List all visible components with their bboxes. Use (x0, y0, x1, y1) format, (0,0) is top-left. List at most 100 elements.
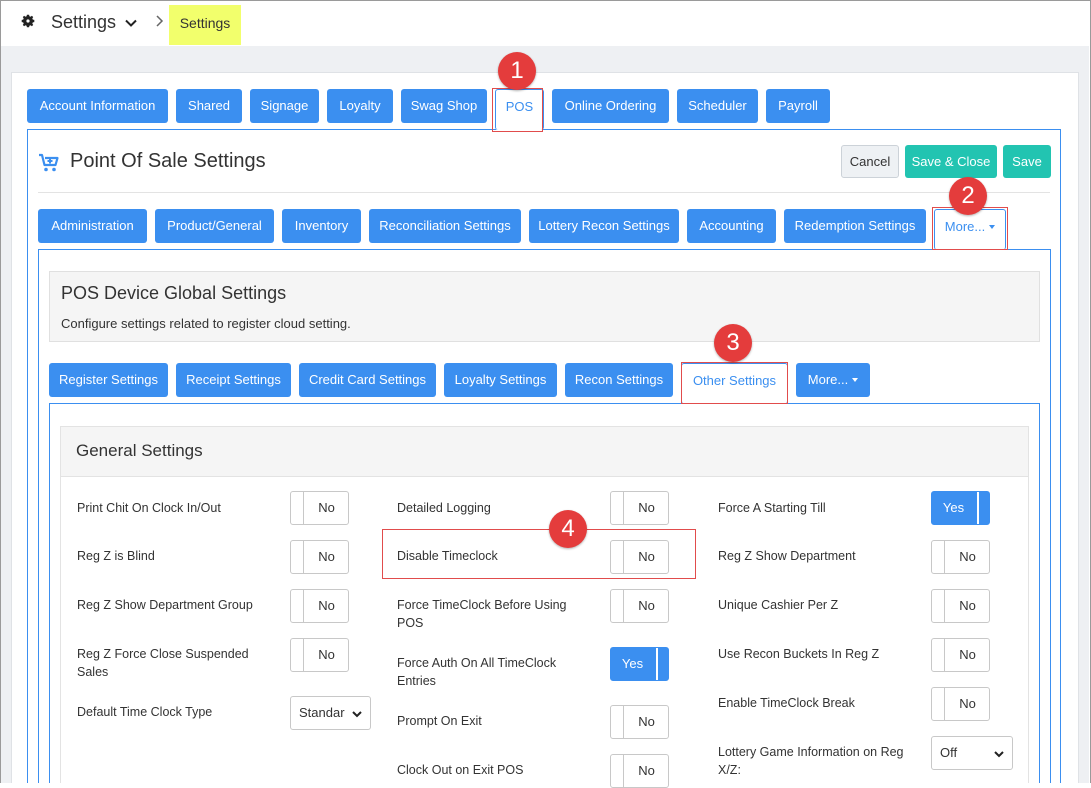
callout-badge-2: 2 (949, 177, 987, 215)
toggle-print-chit[interactable]: No (290, 491, 349, 525)
toggle-knob (303, 492, 304, 524)
device-settings-header: POS Device Global Settings Configure set… (49, 271, 1040, 342)
tab-recon-settings[interactable]: Recon Settings (565, 363, 673, 397)
toggle-force-auth[interactable]: Yes (610, 647, 669, 681)
toggle-prompt-on-exit[interactable]: No (610, 705, 669, 739)
toggle-value: No (959, 549, 976, 564)
tab-account-information[interactable]: Account Information (27, 89, 168, 123)
callout-box-other-settings (681, 362, 788, 404)
toggle-knob (944, 639, 945, 671)
tab-register-settings[interactable]: Register Settings (49, 363, 168, 397)
setting-label: Reg Z Force Close Suspended Sales (77, 647, 249, 679)
general-settings-title: General Settings (76, 441, 203, 460)
toggle-timeclock-break[interactable]: No (931, 687, 990, 721)
save-close-button[interactable]: Save & Close (905, 145, 997, 178)
cancel-button[interactable]: Cancel (841, 145, 899, 178)
toggle-knob (977, 492, 979, 524)
top-header: Settings Settings (1, 1, 1089, 45)
pos-settings-title: Point Of Sale Settings (70, 150, 266, 172)
toggle-detailed-logging[interactable]: No (610, 491, 669, 525)
tab-swag-shop[interactable]: Swag Shop (401, 89, 487, 123)
toggle-knob (303, 541, 304, 573)
cart-icon (39, 153, 59, 172)
tab-inventory[interactable]: Inventory (282, 209, 361, 243)
chevron-down-icon[interactable] (124, 16, 138, 30)
general-settings-header: General Settings (61, 427, 1028, 477)
setting-label: Unique Cashier Per Z (718, 598, 839, 612)
tab-product-general[interactable]: Product/General (155, 209, 274, 243)
toggle-recon-buckets[interactable]: No (931, 638, 990, 672)
toggle-knob (944, 688, 945, 720)
setting-label: Use Recon Buckets In Reg Z (718, 647, 880, 661)
setting-label: Detailed Logging (397, 501, 491, 515)
setting-label: Clock Out on Exit POS (397, 763, 524, 777)
tab-device-more-dropdown[interactable]: More... (796, 363, 870, 397)
chevron-down-icon (352, 711, 362, 718)
tab-signage[interactable]: Signage (250, 89, 319, 123)
setting-label: Reg Z is Blind (77, 549, 155, 563)
chevron-right-icon (156, 15, 164, 27)
divider (38, 192, 1050, 193)
toggle-value: No (959, 647, 976, 662)
caret-down-icon (852, 378, 859, 382)
setting-label: Enable TimeClock Break (718, 696, 855, 710)
tab-redemption-settings[interactable]: Redemption Settings (784, 209, 926, 243)
setting-label: Force A Starting Till (718, 501, 826, 515)
toggle-reg-z-show-dept[interactable]: No (931, 540, 990, 574)
tab-loyalty-settings[interactable]: Loyalty Settings (444, 363, 557, 397)
toggle-value: No (318, 500, 335, 515)
toggle-reg-z-force-close[interactable]: No (290, 638, 349, 672)
save-button[interactable]: Save (1003, 145, 1051, 178)
setting-label: Force TimeClock Before Using POS (397, 598, 567, 630)
setting-label: Reg Z Show Department (718, 549, 856, 563)
tab-credit-card-settings[interactable]: Credit Card Settings (299, 363, 436, 397)
setting-label: Lottery Game Information on Reg X/Z: (718, 745, 904, 777)
callout-badge-1: 1 (498, 52, 536, 90)
toggle-value: No (318, 598, 335, 613)
toggle-knob (944, 590, 945, 622)
device-settings-title: POS Device Global Settings (61, 283, 287, 303)
toggle-value: No (638, 500, 655, 515)
tab-lottery-recon-settings[interactable]: Lottery Recon Settings (529, 209, 679, 243)
tab-payroll[interactable]: Payroll (766, 89, 830, 123)
tab-administration[interactable]: Administration (38, 209, 147, 243)
select-value: Off (940, 745, 958, 760)
tab-scheduler[interactable]: Scheduler (677, 89, 758, 123)
device-settings-description: Configure settings related to register c… (61, 316, 351, 331)
setting-label: Print Chit On Clock In/Out (77, 501, 221, 515)
toggle-knob (303, 639, 304, 671)
time-clock-type-select[interactable]: Standar (290, 696, 371, 730)
toggle-value: No (959, 696, 976, 711)
toggle-unique-cashier[interactable]: No (931, 589, 990, 623)
toggle-force-starting-till[interactable]: Yes (931, 491, 990, 525)
toggle-reg-z-blind[interactable]: No (290, 540, 349, 574)
toggle-value: No (638, 714, 655, 729)
setting-label: Default Time Clock Type (77, 705, 213, 719)
toggle-knob (623, 492, 624, 524)
toggle-knob (623, 590, 624, 622)
chevron-down-icon (994, 751, 1004, 758)
page-title[interactable]: Settings (51, 12, 116, 33)
toggle-reg-z-dept-group[interactable]: No (290, 589, 349, 623)
tab-accounting[interactable]: Accounting (687, 209, 776, 243)
tab-shared[interactable]: Shared (176, 89, 242, 123)
tab-receipt-settings[interactable]: Receipt Settings (176, 363, 291, 397)
gear-icon (21, 14, 35, 28)
select-value: Standar (299, 705, 345, 720)
toggle-value: No (638, 598, 655, 613)
toggle-value: Yes (621, 656, 644, 671)
toggle-value: No (318, 549, 335, 564)
toggle-value: No (959, 598, 976, 613)
breadcrumb[interactable]: Settings (169, 5, 241, 45)
tab-reconciliation-settings[interactable]: Reconciliation Settings (369, 209, 521, 243)
callout-badge-4: 4 (549, 510, 587, 548)
tab-device-more-label: More... (807, 372, 849, 387)
callout-badge-3: 3 (714, 324, 752, 362)
setting-label: Force Auth On All TimeClock Entries (397, 656, 557, 688)
tab-online-ordering[interactable]: Online Ordering (552, 89, 669, 123)
lottery-game-info-select[interactable]: Off (931, 736, 1013, 770)
toggle-knob (656, 648, 658, 680)
toggle-force-timeclock[interactable]: No (610, 589, 669, 623)
toggle-knob (944, 541, 945, 573)
tab-loyalty[interactable]: Loyalty (327, 89, 393, 123)
